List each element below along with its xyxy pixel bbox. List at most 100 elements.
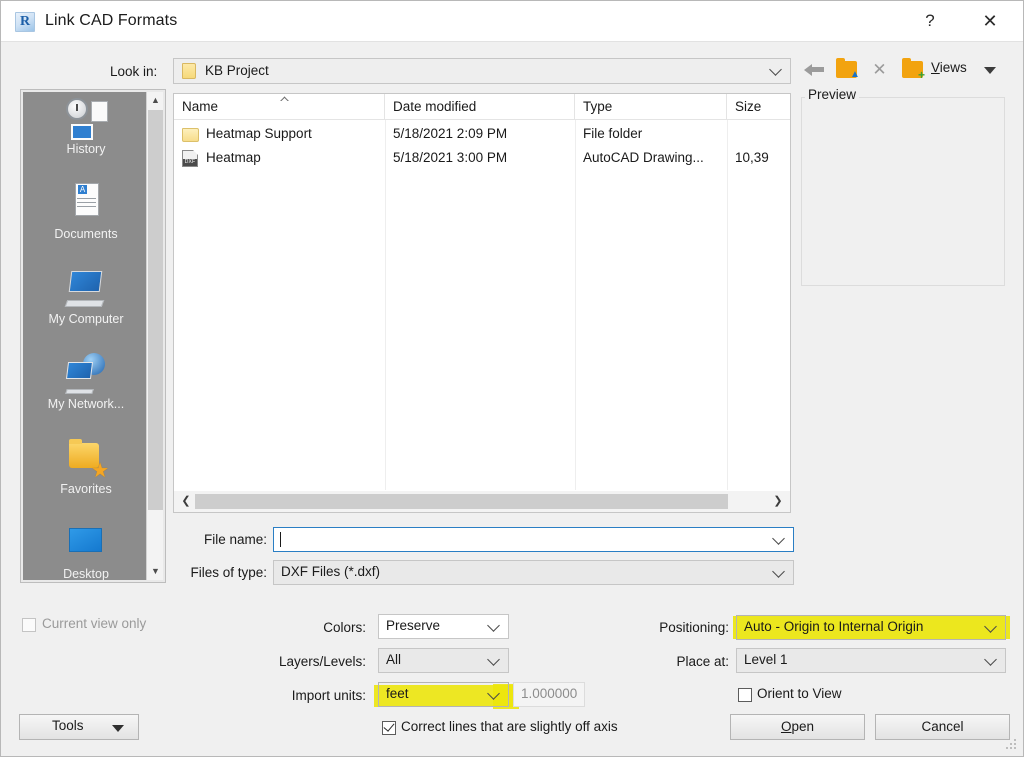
scroll-right-icon[interactable]: ❯ bbox=[768, 491, 788, 511]
places-scrollbar[interactable]: ▲ ▼ bbox=[146, 92, 163, 580]
my-computer-icon bbox=[64, 268, 108, 310]
text-cursor bbox=[280, 532, 281, 547]
up-one-level-button[interactable]: ▲ bbox=[831, 56, 861, 84]
column-header-date-modified[interactable]: Date modified bbox=[385, 94, 575, 120]
current-view-only-label: Current view only bbox=[42, 616, 147, 631]
sidebar-item-my-network[interactable]: My Network... bbox=[23, 353, 149, 432]
layers-levels-dropdown[interactable]: All bbox=[378, 648, 509, 673]
colors-value: Preserve bbox=[386, 618, 441, 633]
import-units-dropdown[interactable]: feet bbox=[378, 682, 509, 707]
up-one-level-folder-icon: ▲ bbox=[836, 58, 860, 80]
sidebar-item-label: My Computer bbox=[48, 312, 124, 326]
sidebar-item-documents[interactable]: Documents bbox=[23, 183, 149, 262]
checkmark-icon bbox=[383, 720, 395, 732]
cancel-button[interactable]: Cancel bbox=[875, 714, 1010, 740]
dxf-file-icon: DXF bbox=[182, 150, 200, 167]
sidebar-item-label: History bbox=[66, 142, 106, 156]
file-list[interactable]: Name Date modified Type Size Heatmap Sup… bbox=[173, 93, 791, 491]
correct-lines-label: Correct lines that are slightly off axis bbox=[401, 719, 618, 734]
file-type-cell: File folder bbox=[583, 126, 643, 141]
file-name-cell: Heatmap Support bbox=[206, 126, 312, 141]
file-date-cell: 5/18/2021 3:00 PM bbox=[393, 150, 508, 165]
orient-to-view-checkbox[interactable] bbox=[738, 688, 752, 702]
file-list-horizontal-scrollbar[interactable]: ❮ ❯ bbox=[173, 491, 791, 513]
files-of-type-value: DXF Files (*.dxf) bbox=[281, 564, 381, 579]
link-cad-formats-dialog: R Link CAD Formats ? ✕ Look in: KB Proje… bbox=[0, 0, 1024, 757]
help-button[interactable]: ? bbox=[907, 1, 953, 41]
back-button[interactable] bbox=[798, 56, 828, 84]
positioning-label: Positioning: bbox=[659, 620, 729, 635]
positioning-dropdown[interactable]: Auto - Origin to Internal Origin bbox=[736, 615, 1006, 640]
cancel-label: Cancel bbox=[921, 719, 964, 734]
colors-label: Colors: bbox=[323, 620, 366, 635]
file-name-label: File name: bbox=[203, 532, 267, 547]
my-network-icon bbox=[64, 353, 108, 395]
history-icon bbox=[64, 98, 108, 140]
sidebar-item-label: Documents bbox=[54, 227, 118, 241]
place-at-dropdown[interactable]: Level 1 bbox=[736, 648, 1006, 673]
sidebar-item-desktop[interactable]: Desktop bbox=[23, 523, 149, 580]
table-row[interactable]: Heatmap Support 5/18/2021 2:09 PM File f… bbox=[174, 123, 790, 145]
orient-to-view-label: Orient to View bbox=[757, 686, 842, 701]
file-name-input[interactable] bbox=[273, 527, 794, 552]
sidebar-item-my-computer[interactable]: My Computer bbox=[23, 268, 149, 347]
desktop-icon bbox=[64, 523, 108, 565]
sidebar-item-favorites[interactable]: ★ Favorites bbox=[23, 438, 149, 517]
file-name-cell: Heatmap bbox=[206, 150, 261, 165]
scrollbar-thumb[interactable] bbox=[195, 494, 728, 509]
colors-dropdown[interactable]: Preserve bbox=[378, 614, 509, 639]
chevron-down-icon bbox=[985, 625, 996, 632]
column-header-size[interactable]: Size bbox=[727, 94, 791, 120]
back-arrow-icon bbox=[804, 64, 824, 76]
open-button[interactable]: Open bbox=[730, 714, 865, 740]
import-units-value: feet bbox=[386, 686, 409, 701]
scale-factor-value: 1.000000 bbox=[521, 686, 578, 701]
layers-levels-value: All bbox=[386, 652, 402, 667]
look-in-dropdown[interactable]: KB Project bbox=[173, 58, 791, 84]
folder-icon bbox=[182, 126, 200, 142]
sidebar-item-history[interactable]: History bbox=[23, 98, 149, 177]
file-type-cell: AutoCAD Drawing... bbox=[583, 150, 704, 165]
correct-lines-checkbox[interactable] bbox=[382, 720, 396, 735]
views-button[interactable]: Views bbox=[931, 60, 967, 75]
places-sidebar: History Documents My Computer bbox=[20, 89, 166, 583]
scroll-up-icon[interactable]: ▲ bbox=[147, 92, 164, 109]
files-of-type-dropdown[interactable]: DXF Files (*.dxf) bbox=[273, 560, 794, 585]
file-date-cell: 5/18/2021 2:09 PM bbox=[393, 126, 508, 141]
resize-grip[interactable] bbox=[1005, 739, 1018, 752]
layers-levels-label: Layers/Levels: bbox=[278, 654, 366, 669]
file-toolbar: ▲ ✕ + Views bbox=[798, 56, 1016, 86]
scrollbar-thumb[interactable] bbox=[148, 110, 163, 510]
place-at-label: Place at: bbox=[676, 654, 729, 669]
open-label: Open bbox=[780, 719, 815, 734]
files-of-type-label: Files of type: bbox=[190, 565, 267, 580]
folder-icon bbox=[182, 63, 196, 79]
chevron-down-icon[interactable] bbox=[984, 67, 996, 74]
table-row[interactable]: DXF Heatmap 5/18/2021 3:00 PM AutoCAD Dr… bbox=[174, 147, 790, 169]
chevron-down-icon bbox=[773, 570, 784, 577]
column-header-name[interactable]: Name bbox=[174, 94, 385, 120]
title-bar: R Link CAD Formats ? ✕ bbox=[1, 1, 1023, 42]
file-list-header: Name Date modified Type Size bbox=[174, 94, 790, 120]
scroll-left-icon[interactable]: ❮ bbox=[176, 491, 196, 511]
column-header-type[interactable]: Type bbox=[575, 94, 727, 120]
sidebar-item-label: My Network... bbox=[47, 397, 125, 411]
close-button[interactable]: ✕ bbox=[967, 1, 1013, 41]
chevron-down-icon bbox=[985, 658, 996, 665]
chevron-down-icon bbox=[488, 658, 499, 665]
scale-factor-field: 1.000000 bbox=[513, 682, 585, 707]
preview-label: Preview bbox=[805, 87, 860, 102]
new-folder-button[interactable]: + bbox=[897, 56, 927, 84]
current-view-only-checkbox[interactable] bbox=[22, 618, 36, 632]
favorites-icon: ★ bbox=[64, 438, 109, 481]
places-list: History Documents My Computer bbox=[23, 92, 149, 580]
delete-button[interactable]: ✕ bbox=[864, 56, 894, 84]
chevron-down-icon bbox=[488, 692, 499, 699]
positioning-value: Auto - Origin to Internal Origin bbox=[744, 619, 924, 634]
look-in-value: KB Project bbox=[205, 63, 269, 78]
tools-button[interactable]: Tools bbox=[19, 714, 139, 740]
chevron-down-icon[interactable] bbox=[773, 537, 784, 544]
views-label: Views bbox=[931, 60, 967, 75]
documents-icon bbox=[64, 183, 108, 225]
sort-ascending-icon bbox=[280, 96, 289, 101]
